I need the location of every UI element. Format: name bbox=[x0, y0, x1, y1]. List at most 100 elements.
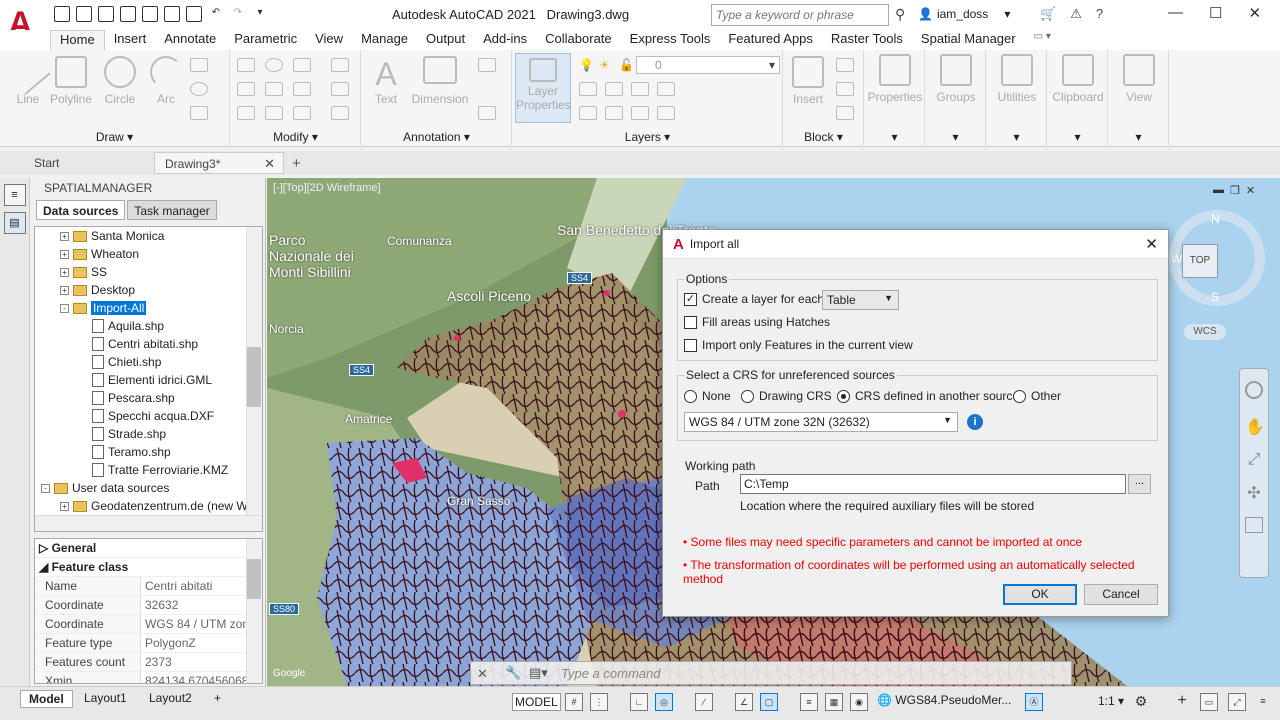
insert-button[interactable]: Insert bbox=[786, 56, 830, 106]
palette-toggle-icon[interactable]: ≡ bbox=[3, 184, 26, 206]
property-row[interactable]: Feature type PolygonZ bbox=[35, 634, 262, 653]
viewport-restore-icon[interactable]: ❐ bbox=[1230, 184, 1240, 197]
new-layout-icon[interactable]: + bbox=[206, 690, 229, 706]
annotation-scale-icon[interactable]: Ⓐ bbox=[1025, 693, 1043, 711]
tab-spatial-manager[interactable]: Spatial Manager bbox=[912, 30, 1025, 50]
create-layer-checkbox[interactable]: ✓ Create a layer for each bbox=[684, 292, 824, 306]
tab-drawing3[interactable]: Drawing3* ✕ bbox=[154, 152, 284, 174]
info-icon[interactable]: i bbox=[967, 414, 983, 430]
create-block-icon[interactable] bbox=[836, 58, 854, 72]
move-icon[interactable] bbox=[237, 58, 255, 72]
viewport-close-icon[interactable]: ✕ bbox=[1246, 184, 1255, 197]
explode-icon[interactable] bbox=[331, 82, 349, 96]
location-icon[interactable]: ◉ bbox=[850, 693, 868, 711]
search-input[interactable]: Type a keyword or phrase bbox=[711, 4, 889, 26]
tab-home[interactable]: Home bbox=[50, 30, 105, 50]
layer-tool-2-icon[interactable] bbox=[605, 82, 623, 96]
compass-south[interactable]: S bbox=[1211, 290, 1219, 304]
layer-freeze-icon[interactable]: ☀ bbox=[599, 58, 617, 72]
tab-collaborate[interactable]: Collaborate bbox=[536, 30, 621, 50]
tab-featured-apps[interactable]: Featured Apps bbox=[719, 30, 822, 50]
cloud-icon[interactable] bbox=[142, 6, 158, 22]
viewport-minimize-icon[interactable]: ▬ bbox=[1213, 184, 1224, 197]
layer-lock-icon[interactable]: 🔓 bbox=[619, 58, 637, 72]
mirror-icon[interactable] bbox=[265, 82, 283, 96]
share-icon[interactable] bbox=[164, 6, 180, 22]
isodraft-icon[interactable]: ⁄ bbox=[695, 693, 713, 711]
fullscreen-icon[interactable]: ⤢ bbox=[1228, 693, 1246, 711]
a360-icon[interactable]: ⚠ bbox=[1070, 6, 1082, 22]
layer-tool-1-icon[interactable] bbox=[579, 82, 597, 96]
view-dropdown-icon[interactable]: ▾ bbox=[1109, 130, 1168, 144]
property-row[interactable]: Coordinate name WGS 84 / UTM zon bbox=[35, 615, 262, 645]
layer-tool-5-icon[interactable] bbox=[579, 106, 597, 120]
tree-item[interactable]: Centri abitati.shp bbox=[35, 335, 262, 353]
annotation-panel-label[interactable]: Annotation ▾ bbox=[362, 130, 511, 144]
clipboard-button[interactable]: Clipboard bbox=[1050, 54, 1106, 104]
command-input[interactable]: Type a command bbox=[561, 666, 660, 681]
tab-raster-tools[interactable]: Raster Tools bbox=[822, 30, 912, 50]
layout-tab-layout2[interactable]: Layout2 bbox=[141, 690, 200, 706]
cart-icon[interactable]: 🛒 bbox=[1040, 6, 1056, 22]
scale-icon[interactable] bbox=[265, 106, 283, 120]
general-group[interactable]: ▷ General bbox=[35, 539, 262, 558]
edit-block-icon[interactable] bbox=[836, 82, 854, 96]
close-tab-icon[interactable]: ✕ bbox=[264, 156, 275, 172]
properties-dropdown-icon[interactable]: ▾ bbox=[865, 130, 924, 144]
layout-tab-layout1[interactable]: Layout1 bbox=[76, 690, 135, 706]
arc-button[interactable]: Arc bbox=[148, 56, 184, 106]
tab-annotate[interactable]: Annotate bbox=[155, 30, 225, 50]
crs-other-radio[interactable]: Other bbox=[1013, 389, 1061, 403]
showmotion-icon[interactable] bbox=[1245, 517, 1263, 533]
tree-item[interactable]: + SS bbox=[35, 263, 262, 281]
props-scrollbar[interactable] bbox=[246, 539, 262, 683]
tree-item[interactable]: Tratte Ferroviarie.KMZ bbox=[35, 461, 262, 479]
groups-panel[interactable]: Groups ▾ bbox=[926, 50, 986, 147]
feature-class-group[interactable]: ◢ Feature class bbox=[35, 558, 262, 577]
collapse-icon[interactable]: - bbox=[41, 483, 50, 493]
save-icon[interactable] bbox=[98, 6, 114, 22]
utilities-button[interactable]: Utilities bbox=[989, 54, 1045, 104]
import-view-checkbox[interactable]: Import only Features in the current view bbox=[684, 338, 913, 352]
tab-data-sources[interactable]: Data sources bbox=[36, 200, 126, 220]
command-customize-icon[interactable]: 🔧 bbox=[505, 665, 521, 681]
polar-icon[interactable]: ◎ bbox=[655, 693, 673, 711]
utilities-panel[interactable]: Utilities ▾ bbox=[987, 50, 1047, 147]
tab-parametric[interactable]: Parametric bbox=[225, 30, 306, 50]
view-button[interactable]: View bbox=[1111, 54, 1167, 104]
ellipse-icon[interactable] bbox=[190, 82, 208, 96]
property-row[interactable]: Xmin 824134.670456068 bbox=[35, 672, 262, 683]
minimize-icon[interactable]: — bbox=[1168, 4, 1183, 22]
view-panel[interactable]: View ▾ bbox=[1109, 50, 1169, 147]
expand-icon[interactable]: + bbox=[60, 231, 69, 241]
tree-item[interactable]: Specchi acqua.DXF bbox=[35, 407, 262, 425]
tab-output[interactable]: Output bbox=[417, 30, 474, 50]
path-input[interactable]: C:\Temp bbox=[740, 474, 1126, 494]
polyline-button[interactable]: Polyline bbox=[48, 56, 94, 106]
layer-tool-4-icon[interactable] bbox=[657, 82, 675, 96]
fill-hatches-checkbox[interactable]: Fill areas using Hatches bbox=[684, 315, 830, 329]
viewport-controls[interactable]: [-][Top][2D Wireframe] bbox=[273, 182, 381, 194]
tree-item[interactable]: + Wheaton bbox=[35, 245, 262, 263]
utilities-dropdown-icon[interactable]: ▾ bbox=[987, 130, 1046, 144]
layers-panel-label[interactable]: Layers ▾ bbox=[513, 130, 782, 144]
browse-button[interactable]: ... bbox=[1128, 474, 1151, 494]
compass-west[interactable]: W bbox=[1171, 252, 1182, 266]
customize-menu-icon[interactable]: ≡ bbox=[1254, 693, 1272, 711]
stretch-icon[interactable] bbox=[237, 106, 255, 120]
property-row[interactable]: Name Centri abitati bbox=[35, 577, 262, 596]
save-as-icon[interactable] bbox=[120, 6, 136, 22]
tree-item[interactable]: + Santa Monica bbox=[35, 227, 262, 245]
properties-panel[interactable]: Properties ▾ bbox=[865, 50, 925, 147]
expand-icon[interactable]: + bbox=[60, 249, 69, 259]
ortho-icon[interactable]: ∟ bbox=[630, 693, 648, 711]
tree-h-scrollbar[interactable] bbox=[35, 515, 262, 531]
command-history-icon[interactable]: ▤▾ bbox=[529, 665, 548, 681]
property-row[interactable]: Features count 2373 bbox=[35, 653, 262, 672]
crs-other-source-radio[interactable]: CRS defined in another source bbox=[837, 389, 1019, 403]
transparency-icon[interactable]: ▦ bbox=[825, 693, 843, 711]
table-icon[interactable] bbox=[478, 106, 496, 120]
crs-select[interactable]: WGS 84 / UTM zone 32N (32632) ▼ bbox=[684, 412, 958, 432]
tree-item[interactable]: - User data sources bbox=[35, 479, 262, 497]
leader-icon[interactable] bbox=[478, 58, 496, 72]
